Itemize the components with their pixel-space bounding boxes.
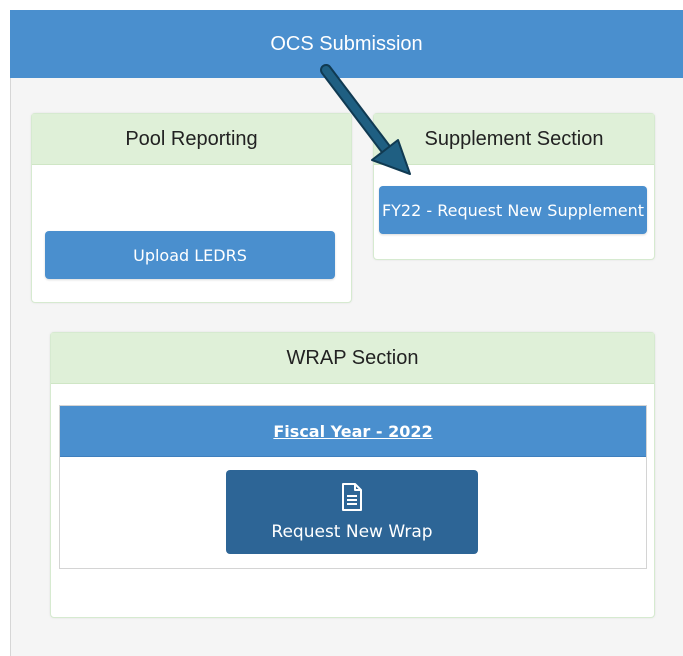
- pool-reporting-header: Pool Reporting: [32, 114, 351, 165]
- pool-reporting-title: Pool Reporting: [125, 127, 258, 150]
- fiscal-year-box: Fiscal Year - 2022 Request New Wrap: [59, 405, 647, 569]
- request-new-wrap-button[interactable]: Request New Wrap: [226, 470, 478, 554]
- annotation-arrow-icon: [320, 64, 411, 175]
- wrap-panel: WRAP Section Fiscal Year - 2022 Request …: [50, 332, 655, 618]
- pool-reporting-panel: Pool Reporting Upload LEDRS: [31, 113, 352, 303]
- supplement-title: Supplement Section: [424, 127, 604, 150]
- request-new-supplement-button[interactable]: FY22 - Request New Supplement: [379, 186, 647, 234]
- wrap-title: WRAP Section: [286, 346, 419, 369]
- request-new-supplement-label: FY22 - Request New Supplement: [381, 200, 645, 220]
- wrap-header: WRAP Section: [51, 333, 654, 384]
- request-new-wrap-label: Request New Wrap: [271, 521, 433, 542]
- upload-ledrs-button[interactable]: Upload LEDRS: [45, 231, 335, 279]
- upload-ledrs-label: Upload LEDRS: [133, 245, 247, 265]
- fiscal-year-link[interactable]: Fiscal Year - 2022: [273, 422, 432, 441]
- fiscal-year-bar: Fiscal Year - 2022: [60, 406, 646, 457]
- page-title: OCS Submission: [270, 32, 423, 55]
- document-icon: [341, 482, 363, 516]
